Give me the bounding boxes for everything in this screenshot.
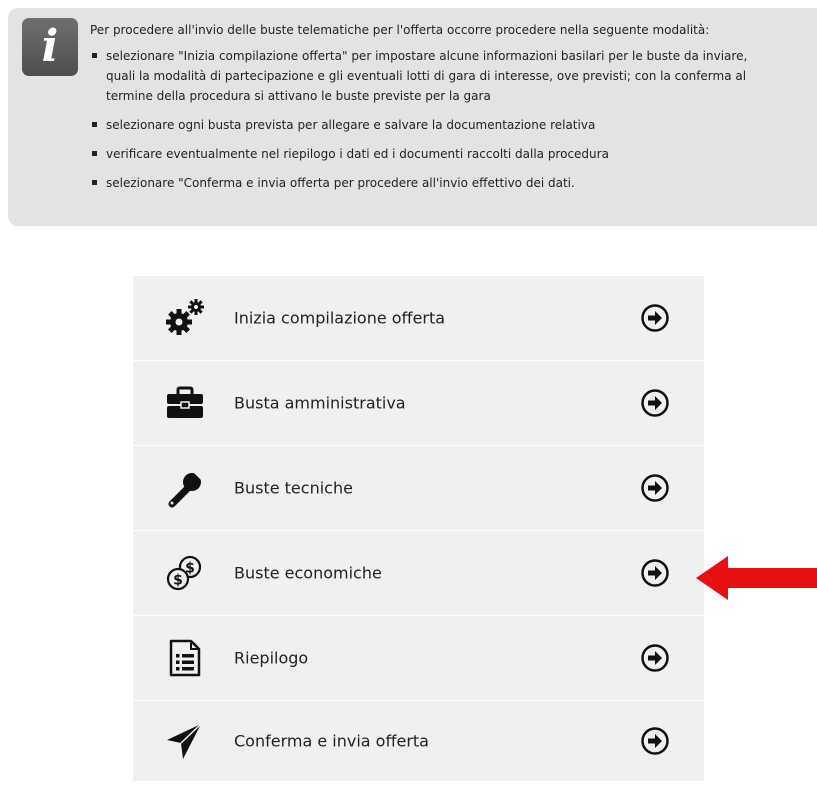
menu-item-label: Buste economiche	[234, 563, 382, 583]
menu-item-riepilogo[interactable]: Riepilogo	[133, 616, 704, 701]
wrench-icon	[168, 472, 203, 508]
info-intro: Per procedere all'invio delle buste tele…	[90, 23, 710, 37]
gears-icon	[166, 299, 204, 335]
menu-item-buste-economiche[interactable]: $ $ Buste economiche	[133, 531, 704, 616]
arrow-circle-right-icon[interactable]	[640, 473, 670, 503]
info-list-item: selezionare "Conferma e invia offerta pe…	[90, 173, 817, 193]
info-list: selezionare "Inizia compilazione offerta…	[90, 46, 817, 202]
red-pointer-arrow-icon	[696, 556, 817, 600]
menu-item-conferma-invia[interactable]: Conferma e invia offerta	[133, 701, 704, 781]
page: i Per procedere all'invio delle buste te…	[0, 0, 817, 785]
info-box: i Per procedere all'invio delle buste te…	[8, 8, 817, 226]
menu-item-buste-tecniche[interactable]: Buste tecniche	[133, 446, 704, 531]
info-list-item: verificare eventualmente nel riepilogo i…	[90, 144, 817, 164]
offer-menu: Inizia compilazione offerta Busta ammini…	[133, 276, 704, 781]
arrow-circle-right-icon[interactable]	[640, 303, 670, 333]
arrow-circle-right-icon[interactable]	[640, 558, 670, 588]
menu-item-label: Riepilogo	[234, 648, 309, 668]
menu-item-inizia-compilazione[interactable]: Inizia compilazione offerta	[133, 276, 704, 361]
arrow-circle-right-icon[interactable]	[640, 726, 670, 756]
menu-item-label: Buste tecniche	[234, 478, 353, 498]
svg-text:$: $	[173, 573, 183, 589]
info-list-item: selezionare ogni busta prevista per alle…	[90, 115, 817, 135]
menu-item-label: Inizia compilazione offerta	[234, 308, 446, 328]
briefcase-icon	[167, 386, 203, 418]
list-document-icon	[169, 639, 201, 677]
money-icon: $ $	[166, 555, 202, 591]
menu-item-label: Busta amministrativa	[234, 393, 406, 413]
info-list-item: selezionare "Inizia compilazione offerta…	[90, 46, 817, 106]
arrow-circle-right-icon[interactable]	[640, 643, 670, 673]
paper-plane-icon	[167, 723, 202, 759]
menu-item-label: Conferma e invia offerta	[234, 731, 429, 751]
menu-item-busta-amministrativa[interactable]: Busta amministrativa	[133, 361, 704, 446]
info-icon: i	[22, 18, 78, 76]
arrow-circle-right-icon[interactable]	[640, 388, 670, 418]
